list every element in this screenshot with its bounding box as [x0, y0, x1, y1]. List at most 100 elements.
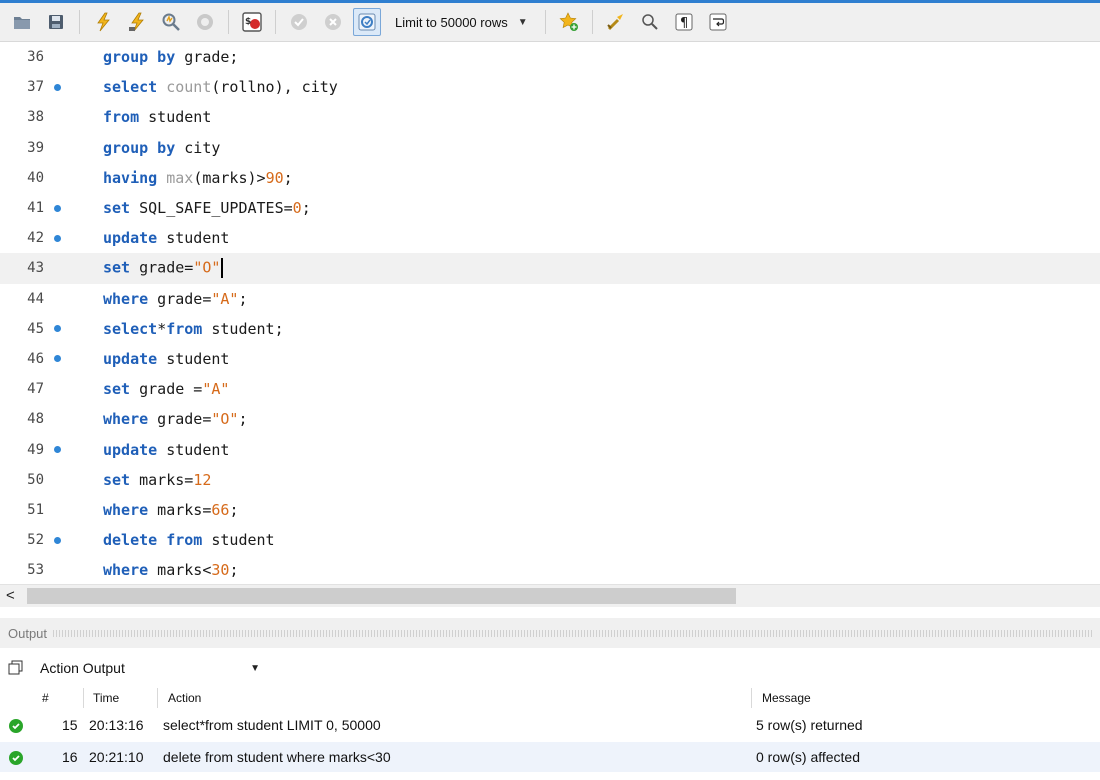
column-divider[interactable] — [157, 688, 158, 708]
code-token: * — [157, 319, 167, 338]
code-token: max — [166, 168, 194, 187]
code-line[interactable]: 43 set grade="O" — [0, 253, 1100, 284]
code-token: 12 — [193, 470, 212, 489]
code-line[interactable]: 45 select*from student; — [0, 314, 1100, 344]
code-line[interactable]: 42 update student — [0, 223, 1100, 253]
column-header-action[interactable]: Action — [168, 691, 201, 705]
line-number: 37 — [27, 79, 44, 96]
code-text: set SQL_SAFE_UPDATES=0; — [70, 199, 311, 217]
code-token: student — [157, 349, 230, 368]
column-header-num[interactable]: # — [42, 691, 49, 705]
line-number: 42 — [27, 230, 44, 247]
table-row[interactable]: 16 20:21:10 delete from student where ma… — [0, 742, 1100, 772]
code-token: from — [166, 319, 203, 338]
limit-rows-dropdown[interactable]: Limit to 50000 rows ▼ — [387, 9, 536, 35]
line-number: 53 — [27, 562, 44, 579]
code-line[interactable]: 39 group by city — [0, 133, 1100, 163]
code-line[interactable]: 36 group by grade; — [0, 42, 1100, 72]
commit-icon[interactable] — [285, 8, 313, 36]
code-token: where — [103, 561, 149, 580]
code-text: from student — [70, 108, 211, 126]
row-time: 20:21:10 — [89, 749, 144, 765]
column-divider[interactable] — [83, 688, 84, 708]
line-number: 40 — [27, 169, 44, 186]
code-token: student; — [202, 319, 284, 338]
code-text: update student — [70, 350, 229, 368]
line-number: 43 — [27, 260, 44, 277]
toolbar-separator — [228, 10, 229, 34]
stop-on-error-icon[interactable]: $ — [238, 8, 266, 36]
explain-icon[interactable] — [157, 8, 185, 36]
code-token: update — [103, 440, 158, 459]
code-line[interactable]: 41 set SQL_SAFE_UPDATES=0; — [0, 193, 1100, 223]
horizontal-scrollbar[interactable]: < — [0, 584, 1100, 607]
line-number: 45 — [27, 320, 44, 337]
output-table-header: # Time Action Message — [0, 686, 1100, 710]
code-line[interactable]: 53 where marks<30; — [0, 555, 1100, 584]
autocommit-toggle-icon[interactable] — [353, 8, 381, 36]
rollback-icon[interactable] — [319, 8, 347, 36]
column-divider[interactable] — [751, 688, 752, 708]
code-text: select count(rollno), city — [70, 78, 338, 96]
stop-icon[interactable] — [191, 8, 219, 36]
code-token: grade = — [130, 380, 203, 399]
scroll-left-icon[interactable]: < — [6, 587, 15, 604]
beautify-icon[interactable] — [602, 8, 630, 36]
statement-marker — [44, 355, 70, 363]
code-text: where grade="A"; — [70, 290, 248, 308]
code-line[interactable]: 46 update student — [0, 344, 1100, 374]
toolbar-separator — [591, 10, 593, 34]
code-token: city — [175, 138, 221, 157]
open-folder-icon[interactable] — [8, 8, 36, 36]
chevron-down-icon: ▼ — [250, 662, 260, 674]
output-panel-header: Output — [0, 618, 1100, 648]
code-line[interactable]: 38 from student — [0, 102, 1100, 132]
code-text: set grade ="A" — [70, 380, 229, 398]
code-text: set grade="O" — [70, 258, 224, 279]
editor-lines: 36 group by grade; 37 select count(rollno),… — [0, 42, 1100, 584]
line-number: 50 — [27, 471, 44, 488]
code-token: where — [103, 289, 149, 308]
code-line[interactable]: 44 where grade="A"; — [0, 284, 1100, 314]
code-text: delete from student — [70, 531, 275, 549]
statement-dot-icon — [53, 355, 61, 363]
code-token: grade; — [175, 48, 239, 67]
code-token: "A" — [211, 289, 239, 308]
row-message: 5 row(s) returned — [756, 717, 863, 733]
output-type-dropdown[interactable]: Action Output ▼ — [32, 656, 268, 680]
copy-icon[interactable] — [0, 660, 32, 676]
code-token: "O" — [211, 410, 239, 429]
code-line[interactable]: 50 set marks=12 — [0, 465, 1100, 495]
statement-dot-icon — [53, 325, 61, 333]
code-token: where — [103, 410, 149, 429]
statement-dot-icon — [53, 446, 61, 454]
invisible-characters-icon[interactable]: ¶ — [670, 8, 698, 36]
row-number: 16 — [62, 749, 78, 765]
code-line[interactable]: 37 select count(rollno), city — [0, 72, 1100, 102]
table-row[interactable]: 15 20:13:16 select*from student LIMIT 0,… — [0, 710, 1100, 740]
line-number: 38 — [27, 109, 44, 126]
execute-icon[interactable] — [89, 8, 117, 36]
code-line[interactable]: 47 set grade ="A" — [0, 374, 1100, 404]
find-icon[interactable] — [636, 8, 664, 36]
code-token: select — [103, 78, 158, 97]
code-line[interactable]: 52 delete from student — [0, 525, 1100, 555]
add-snippet-icon[interactable] — [555, 8, 583, 36]
code-line[interactable]: 49 update student — [0, 434, 1100, 464]
toolbar-separator — [275, 10, 276, 34]
sql-editor[interactable]: 36 group by grade; 37 select count(rollno),… — [0, 42, 1100, 584]
code-line[interactable]: 51 where marks=66; — [0, 495, 1100, 525]
code-token: ; — [238, 289, 248, 308]
save-icon[interactable] — [42, 8, 70, 36]
column-header-time[interactable]: Time — [93, 691, 119, 705]
scrollbar-thumb[interactable] — [27, 588, 736, 604]
column-header-message[interactable]: Message — [762, 691, 811, 705]
code-token: set — [103, 199, 131, 218]
word-wrap-icon[interactable] — [704, 8, 732, 36]
execute-current-icon[interactable] — [123, 8, 151, 36]
code-line[interactable]: 48 where grade="O"; — [0, 404, 1100, 434]
code-token: 30 — [211, 561, 230, 580]
svg-text:¶: ¶ — [680, 16, 688, 31]
code-line[interactable]: 40 having max(marks)>90; — [0, 163, 1100, 193]
